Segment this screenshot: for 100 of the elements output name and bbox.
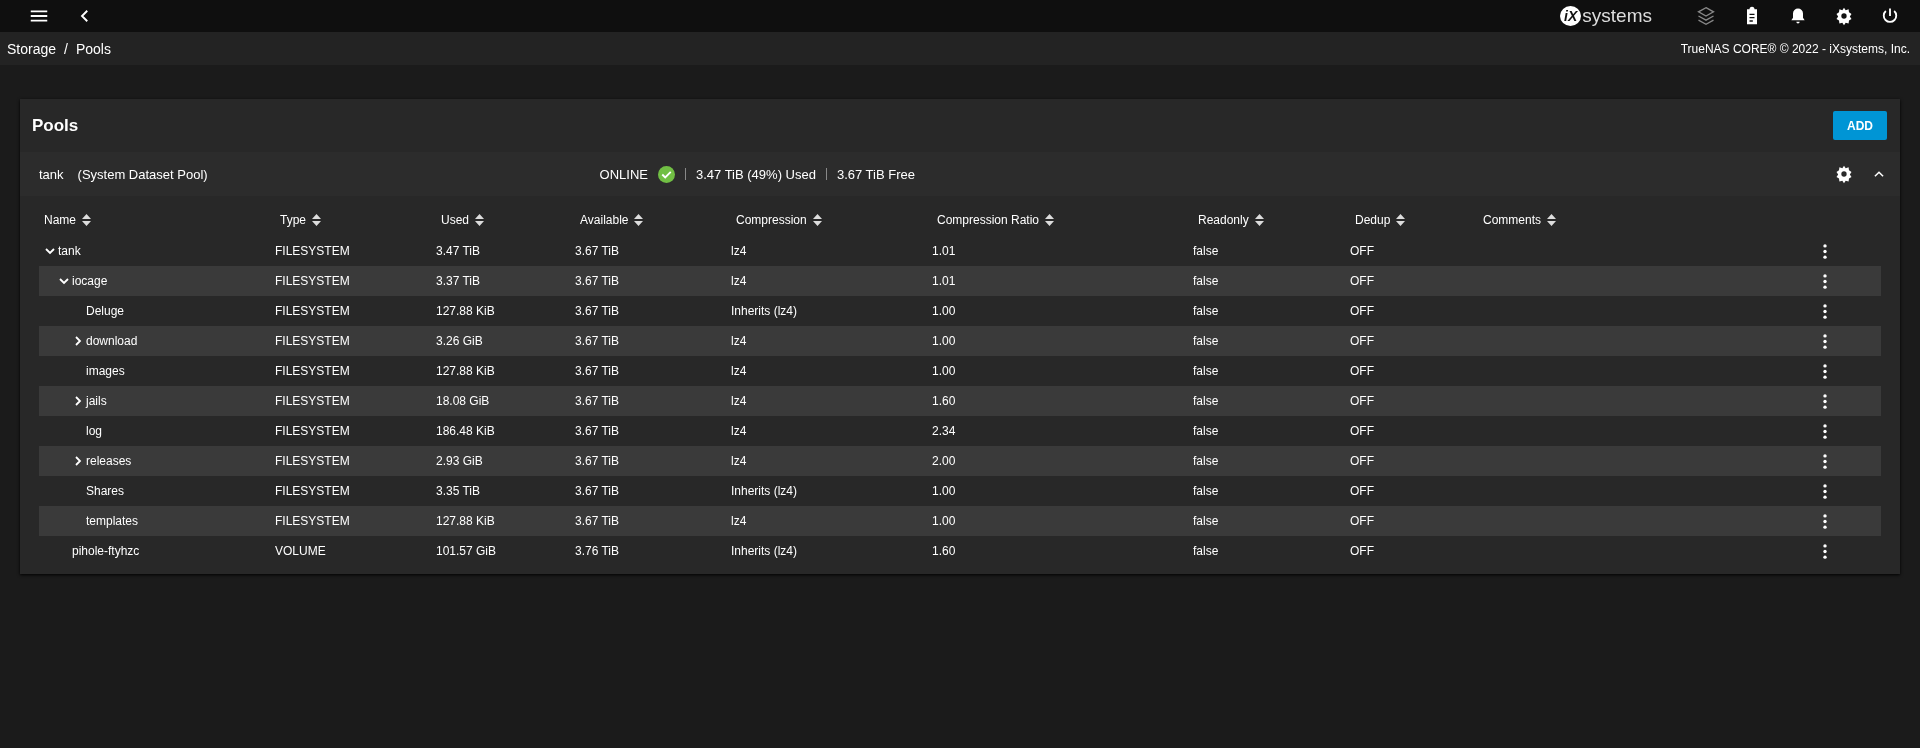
column-header[interactable]: Name: [39, 213, 275, 227]
table-row[interactable]: download FILESYSTEM 3.26 GiB 3.67 TiB lz4 1.00 false OFF: [39, 326, 1881, 356]
table-cell: 3.67 TiB: [575, 334, 620, 348]
table-cell: FILESYSTEM: [275, 424, 350, 438]
sort-icon[interactable]: [1547, 214, 1556, 226]
caret-icon[interactable]: [72, 395, 84, 407]
sort-icon[interactable]: [634, 214, 644, 226]
breadcrumb-separator: /: [64, 40, 68, 57]
table-row[interactable]: Shares FILESYSTEM 3.35 TiB 3.67 TiB Inherits (lz4) 1.00 false OFF: [39, 476, 1881, 506]
more-vertical-icon[interactable]: [1823, 543, 1827, 559]
table-cell: false: [1193, 484, 1219, 498]
more-vertical-icon[interactable]: [1823, 423, 1827, 439]
table-cell: 186.48 KiB: [436, 424, 495, 438]
table-cell: 3.67 TiB: [575, 274, 620, 288]
table-cell: 127.88 KiB: [436, 514, 495, 528]
table-row[interactable]: pihole-ftyhzc VOLUME 101.57 GiB 3.76 TiB Inherits (lz4) 1.60 false OFF: [39, 536, 1881, 566]
table-cell: 1.00: [932, 334, 956, 348]
more-vertical-icon[interactable]: [1823, 333, 1827, 349]
table-row[interactable]: Deluge FILESYSTEM 127.88 KiB 3.67 TiB Inherits (lz4) 1.00 false OFF: [39, 296, 1881, 326]
table-cell: 3.76 TiB: [575, 544, 620, 558]
table-cell: lz4: [731, 364, 747, 378]
table-cell: lz4: [731, 274, 747, 288]
table-cell: 101.57 GiB: [436, 544, 497, 558]
table-cell: 3.67 TiB: [575, 484, 620, 498]
table-row[interactable]: jails FILESYSTEM 18.08 GiB 3.67 TiB lz4 1.60 false OFF: [39, 386, 1881, 416]
more-vertical-icon[interactable]: [1823, 363, 1827, 379]
column-header[interactable]: Used: [436, 213, 575, 227]
settings-icon[interactable]: [1834, 6, 1854, 26]
table-cell: 2.00: [932, 454, 956, 468]
sort-icon[interactable]: [1045, 214, 1055, 226]
more-vertical-icon[interactable]: [1823, 453, 1827, 469]
table-row[interactable]: templates FILESYSTEM 127.88 KiB 3.67 TiB lz4 1.00 false OFF: [39, 506, 1881, 536]
table-cell: false: [1193, 244, 1219, 258]
more-vertical-icon[interactable]: [1823, 243, 1827, 259]
table-cell: lz4: [731, 244, 747, 258]
sort-icon[interactable]: [812, 214, 822, 226]
table-cell: OFF: [1350, 394, 1374, 408]
table-cell: lz4: [731, 514, 747, 528]
sort-icon[interactable]: [1396, 214, 1406, 226]
breadcrumb-link[interactable]: Pools: [75, 40, 111, 57]
table-row[interactable]: images FILESYSTEM 127.88 KiB 3.67 TiB lz4 1.00 false OFF: [39, 356, 1881, 386]
table-cell: false: [1193, 454, 1219, 468]
more-vertical-icon[interactable]: [1823, 513, 1827, 529]
caret-icon[interactable]: [58, 275, 70, 287]
table-cell: lz4: [731, 454, 747, 468]
table-row[interactable]: tank FILESYSTEM 3.47 TiB 3.67 TiB lz4 1.01 false OFF: [39, 236, 1881, 266]
column-header[interactable]: Dedup: [1350, 213, 1478, 227]
copyright-text: TrueNAS CORE® © 2022 - iXsystems, Inc.: [1680, 41, 1910, 56]
pool-status: ONLINE: [599, 166, 648, 182]
table-row[interactable]: releases FILESYSTEM 2.93 GiB 3.67 TiB lz4 2.00 false OFF: [39, 446, 1881, 476]
pool-free: 3.67 TiB Free: [836, 166, 915, 182]
column-header[interactable]: Comments: [1478, 213, 1823, 227]
table-row[interactable]: iocage FILESYSTEM 3.37 TiB 3.67 TiB lz4 1.01 false OFF: [39, 266, 1881, 296]
table-cell: 3.67 TiB: [575, 514, 620, 528]
table-cell: FILESYSTEM: [275, 334, 350, 348]
table-cell: FILESYSTEM: [275, 394, 350, 408]
table-cell: Inherits (lz4): [731, 544, 798, 558]
sort-icon[interactable]: [1254, 214, 1264, 226]
page-title: Pools: [32, 115, 79, 136]
breadcrumb-link[interactable]: Storage: [7, 40, 57, 57]
table-cell: 2.93 GiB: [436, 454, 483, 468]
sort-icon[interactable]: [82, 214, 91, 226]
table-cell: 1.00: [932, 484, 956, 498]
sort-icon[interactable]: [475, 214, 484, 226]
caret-icon[interactable]: [72, 335, 84, 347]
caret-icon[interactable]: [72, 455, 84, 467]
more-vertical-icon[interactable]: [1823, 393, 1827, 409]
caret-icon[interactable]: [44, 245, 56, 257]
column-header[interactable]: Type: [275, 213, 436, 227]
column-header[interactable]: Compression Ratio: [932, 213, 1193, 227]
column-header[interactable]: Readonly: [1193, 213, 1350, 227]
table-cell: jails: [86, 394, 107, 408]
table-cell: pihole-ftyhzc: [72, 544, 140, 558]
table-cell: VOLUME: [275, 544, 326, 558]
more-vertical-icon[interactable]: [1823, 483, 1827, 499]
table-cell: 3.67 TiB: [575, 454, 620, 468]
table-cell: download: [86, 334, 138, 348]
table-cell: FILESYSTEM: [275, 274, 350, 288]
column-header[interactable]: Available: [575, 213, 731, 227]
table-cell: FILESYSTEM: [275, 514, 350, 528]
settings-icon[interactable]: [1834, 164, 1854, 184]
table-cell: lz4: [731, 424, 747, 438]
table-cell: OFF: [1350, 364, 1374, 378]
table-cell: 1.01: [932, 244, 956, 258]
sort-icon[interactable]: [312, 214, 321, 226]
more-vertical-icon[interactable]: [1823, 303, 1827, 319]
power-icon[interactable]: [1880, 6, 1900, 26]
column-header[interactable]: Compression: [731, 213, 932, 227]
layers-icon[interactable]: [1696, 6, 1716, 26]
table-cell: false: [1193, 394, 1219, 408]
table-cell: 3.67 TiB: [575, 364, 620, 378]
table-cell: 3.35 TiB: [436, 484, 481, 498]
table-row[interactable]: log FILESYSTEM 186.48 KiB 3.67 TiB lz4 2.34 false OFF: [39, 416, 1881, 446]
table-cell: FILESYSTEM: [275, 484, 350, 498]
table-cell: 3.47 TiB: [436, 244, 481, 258]
table-cell: 3.67 TiB: [575, 304, 620, 318]
table-cell: 127.88 KiB: [436, 364, 495, 378]
more-vertical-icon[interactable]: [1823, 273, 1827, 289]
table-cell: 3.67 TiB: [575, 244, 620, 258]
table-cell: false: [1193, 334, 1219, 348]
